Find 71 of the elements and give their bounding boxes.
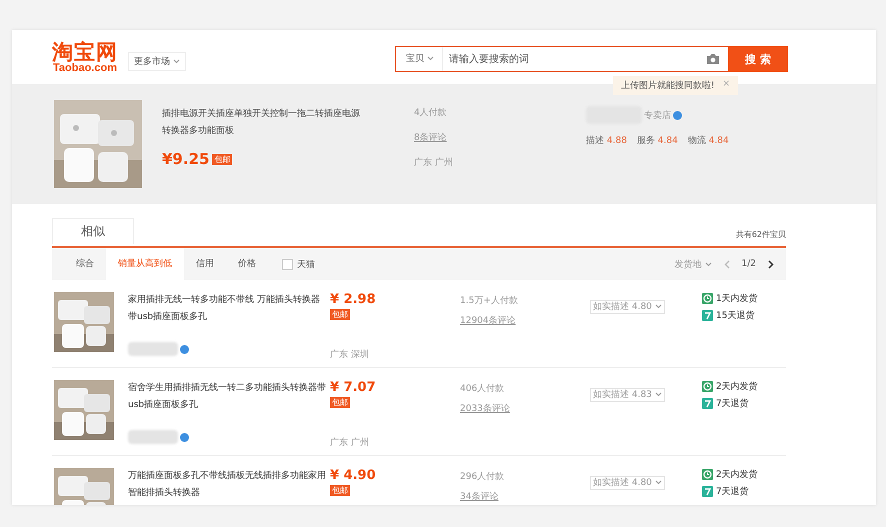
free-shipping-tag: 包邮 [330,397,350,408]
rating-dropdown[interactable]: 如实描述 4.83 [590,388,665,402]
badge-icon [180,432,189,442]
blurred-shop-name [128,342,178,356]
blurred-shop-name [128,430,178,444]
rating-dropdown[interactable]: 如实描述 4.80 [590,476,665,490]
reviews-link[interactable]: 8条评论 [414,131,534,144]
service-label: 2天内发货 [716,380,758,393]
chevron-down-icon [654,480,662,486]
rating-dropdown[interactable]: 如实描述 4.80 [590,300,665,314]
sales-count: 1.5万+人付款 [460,294,519,307]
service-label: 1天内发货 [716,292,758,305]
chevron-down-icon [704,262,712,267]
ship-location: 广东 广州 [414,156,454,169]
shop-rating: 物流 4.84 [688,134,729,147]
free-shipping-tag: 包邮 [330,309,350,320]
sort-tab[interactable]: 销量从高到低 [106,248,184,280]
chevron-down-icon [426,56,434,62]
product-title[interactable]: 插排电源开关插座单独开关控制一拖二转插座电源转换器多功能面板 [162,106,362,140]
chevron-down-icon [654,392,662,398]
sort-tab[interactable]: 价格 [226,248,268,280]
tooltip-text: 上传图片就能搜同款啦! [620,80,714,92]
badge-icon [180,344,189,354]
product-title[interactable]: 家用插排无线一转多功能不带线 万能插头转换器带usb插座面板多孔 [128,292,328,326]
free-shipping-tag: 包邮 [212,154,232,164]
sales-count: 4人付款 [414,106,448,119]
chevron-down-icon [172,59,180,64]
tmall-checkbox[interactable]: 天猫 [282,258,315,270]
product-title[interactable]: 宿舍学生用插排插无线一转二多功能插头转换器带usb插座面板多孔 [128,380,328,414]
product-price: ¥9.25 [162,150,210,168]
ship-location: 广东 深圳 [330,348,370,361]
total-count: 共有62件宝贝 [736,229,786,240]
product-price: ¥ 2.98 [330,292,377,307]
sales-count: 296人付款 [460,470,506,483]
reviews-link[interactable]: 34条评论 [460,490,590,503]
camera-icon[interactable] [706,53,720,65]
product-title[interactable]: 万能插座面板多孔不带线插板无线插排多功能家用智能排插头转换器 [128,468,328,502]
page-indicator: 1/2 [742,259,756,269]
sort-tab[interactable]: 信用 [184,248,226,280]
service-label: 2天内发货 [716,468,758,481]
service-label: 7天退货 [716,486,749,498]
reviews-link[interactable]: 12904条评论 [460,314,590,327]
service-label: 7天退货 [716,398,749,410]
close-button[interactable]: × [722,79,730,92]
clock-icon [702,381,713,392]
service-label: 15天退货 [716,310,754,322]
return-icon [702,398,713,409]
free-shipping-tag: 包邮 [330,485,350,496]
shop-rating: 服务 4.84 [636,134,678,147]
sales-count: 406人付款 [460,382,506,395]
return-icon [702,486,713,497]
badge-icon [673,110,682,120]
product-price: ¥ 4.90 [330,468,377,483]
location-filter[interactable]: 发货地 [674,258,712,270]
logo-title[interactable]: 淘宝网 [52,42,118,63]
reviews-link[interactable]: 2033条评论 [460,402,590,415]
logo-subtitle[interactable]: Taobao.com [53,63,117,74]
return-icon [702,310,713,321]
next-page-icon[interactable] [768,260,774,268]
clock-icon [702,469,713,480]
shop-name[interactable]: 专卖店 [644,108,671,122]
chevron-down-icon [654,304,662,310]
clock-icon [702,293,713,304]
similar-tab[interactable]: 相似 [52,218,134,244]
shop-rating: 描述 4.88 [586,134,627,147]
sort-tab[interactable]: 综合 [64,248,106,280]
search-field[interactable]: 宝贝 请输入要搜索的词 [395,46,728,72]
product-price: ¥ 7.07 [330,380,377,395]
market-dropdown[interactable]: 更多市场 [128,52,186,71]
ship-location: 广东 广州 [330,436,370,449]
search-button[interactable]: 搜 索 [728,46,788,72]
